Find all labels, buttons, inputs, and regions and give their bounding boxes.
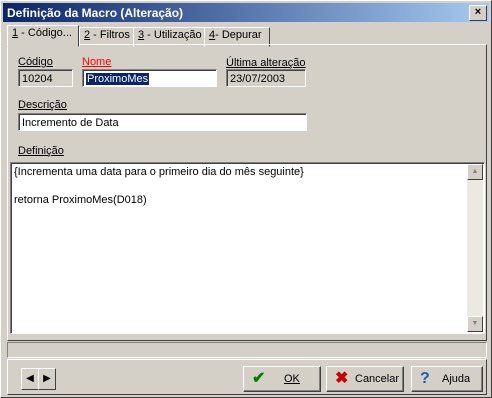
ultima-alteracao-label: Última alteração: [226, 57, 306, 69]
scroll-up-icon[interactable]: ▲: [467, 164, 483, 180]
question-mark-icon: ?: [420, 370, 430, 387]
record-navigator: ◀ ▶: [21, 368, 57, 390]
title-bar: Definição da Macro (Alteração) ×: [3, 3, 489, 22]
codigo-label: Código: [18, 56, 53, 68]
checkmark-icon: ✔: [252, 370, 266, 387]
definicao-editor[interactable]: {Incrementa uma data para o primeiro dia…: [10, 162, 485, 334]
cancel-button[interactable]: ✖ Cancelar: [326, 366, 404, 392]
vertical-scrollbar[interactable]: ▲ ▼: [467, 164, 483, 332]
macro-definition-dialog: Definição da Macro (Alteração) × 1 - Cód…: [0, 0, 492, 398]
cross-icon: ✖: [335, 370, 349, 387]
codigo-field: 10204: [18, 69, 73, 87]
ultima-alteracao-field: 23/07/2003: [226, 69, 306, 87]
button-bar: ◀ ▶ ✔ OK ✖ Cancelar ? Ajuda: [7, 359, 487, 395]
status-bar: [7, 342, 487, 358]
ok-button[interactable]: ✔ OK: [243, 366, 321, 392]
descricao-label: Descrição: [18, 99, 67, 111]
definicao-label: Definição: [18, 145, 64, 157]
nome-field[interactable]: ProximoMes: [82, 69, 217, 87]
previous-arrow-icon[interactable]: ◀: [21, 368, 39, 390]
scroll-down-icon[interactable]: ▼: [467, 316, 483, 332]
window-title: Definição da Macro (Alteração): [7, 6, 184, 20]
definicao-text: {Incrementa uma data para o primeiro dia…: [14, 166, 304, 206]
help-button[interactable]: ? Ajuda: [411, 366, 483, 392]
tab-codigo[interactable]: 1 - Código...: [7, 25, 79, 47]
descricao-field[interactable]: Incremento de Data: [18, 113, 307, 131]
next-arrow-icon[interactable]: ▶: [38, 368, 56, 390]
nome-label: Nome: [82, 56, 112, 68]
nome-value: ProximoMes: [86, 73, 150, 85]
close-button[interactable]: ×: [469, 5, 487, 21]
